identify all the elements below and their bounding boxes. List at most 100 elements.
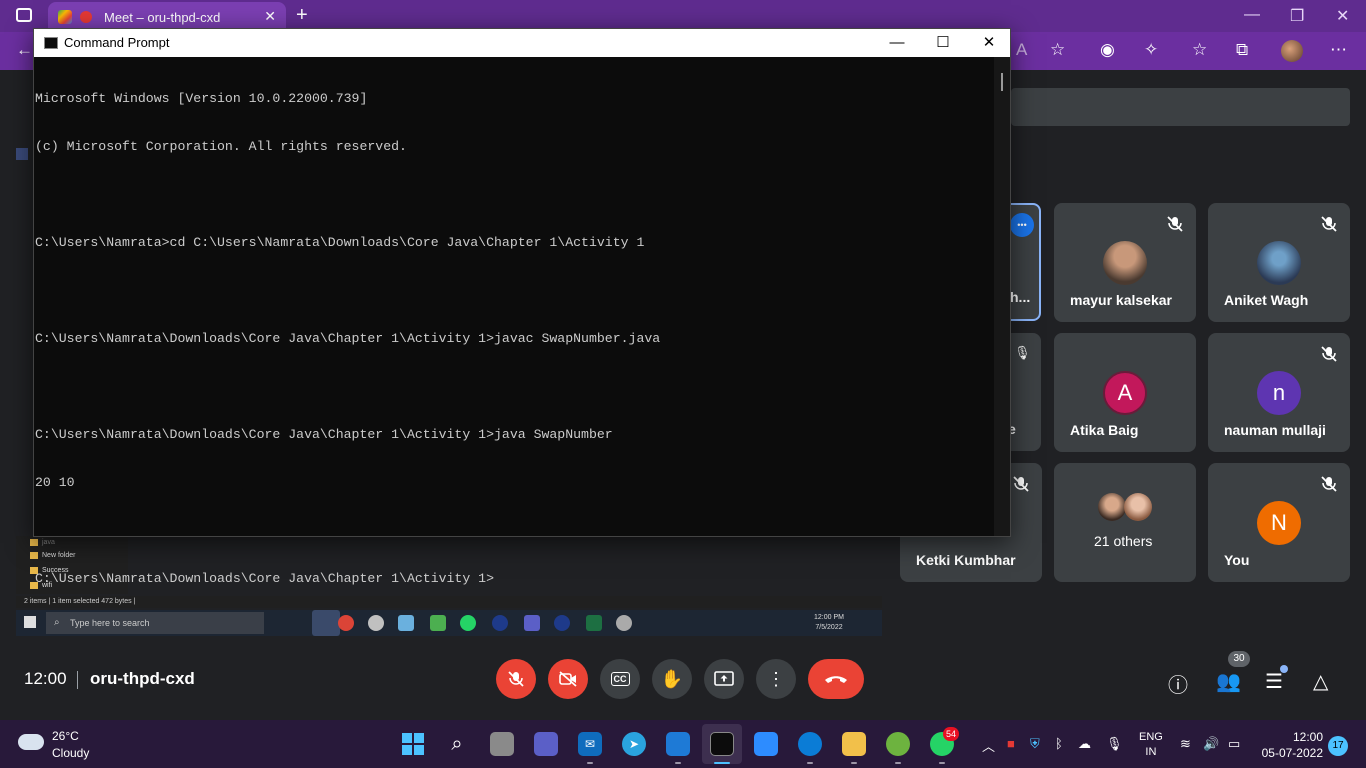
more-options-button[interactable]: ⋮	[756, 659, 796, 699]
lang-code: ENG	[1139, 731, 1163, 743]
browser-restore-button[interactable]: ❐	[1290, 6, 1304, 26]
search-placeholder: Type here to search	[70, 618, 150, 628]
chat-unread-dot	[1280, 665, 1288, 673]
tile-you[interactable]: N You	[1208, 463, 1350, 582]
microphone-icon[interactable]: 🎙	[1106, 736, 1123, 752]
running-indicator	[851, 762, 857, 764]
mail-icon[interactable]: ✉	[578, 732, 602, 756]
tile-aniket-wagh[interactable]: Aniket Wagh	[1208, 203, 1350, 322]
onedrive-cloud-icon[interactable]: ☁	[1078, 736, 1091, 752]
browser-close-button[interactable]: ✕	[1336, 6, 1349, 26]
participant-photo	[1103, 241, 1147, 285]
start-button[interactable]	[401, 732, 425, 756]
shared-screen-fragment	[16, 148, 28, 160]
shared-clock-date: 7/5/2022	[815, 624, 843, 631]
mic-toggle-button[interactable]	[496, 659, 536, 699]
clock-time: 12:00	[1292, 730, 1323, 744]
browser-minimize-button[interactable]: —	[1244, 6, 1260, 24]
cmd-console-output[interactable]: Microsoft Windows [Version 10.0.22000.73…	[34, 59, 994, 586]
others-avatar-1	[1098, 493, 1126, 521]
captions-icon: CC	[610, 672, 630, 686]
teams-chat-icon[interactable]	[534, 732, 558, 756]
console-line: Microsoft Windows [Version 10.0.22000.73…	[35, 91, 368, 106]
meeting-info-icon[interactable]: ⓘ	[1168, 669, 1188, 698]
tile-atika-baig[interactable]: A Atika Baig	[1054, 333, 1196, 452]
task-view-icon[interactable]	[490, 732, 514, 756]
volume-icon[interactable]: 🔊	[1203, 736, 1219, 752]
cloud-icon[interactable]	[18, 734, 44, 750]
cmd-window-title: Command Prompt	[64, 35, 170, 50]
participant-initial-avatar: n	[1257, 371, 1301, 415]
weather-condition[interactable]: Cloudy	[52, 746, 89, 760]
tile-nauman-mullaji[interactable]: n nauman mullaji	[1208, 333, 1350, 452]
people-count-badge: 30	[1228, 651, 1250, 667]
tab-title: Meet – oru-thpd-cxd	[104, 9, 221, 25]
tile-mayur-kalsekar[interactable]: mayur kalsekar	[1054, 203, 1196, 322]
spring-tool-icon[interactable]	[886, 732, 910, 756]
raise-hand-button[interactable]: ✋	[652, 659, 692, 699]
wifi-icon[interactable]: ≋	[1180, 736, 1191, 752]
cmd-scrollbar[interactable]	[994, 57, 1010, 536]
command-prompt-window[interactable]: Command Prompt — ☐ ✕ Microsoft Windows […	[33, 28, 1011, 586]
telegram-icon[interactable]: ➤	[622, 732, 646, 756]
search-icon[interactable]: ⌕	[445, 732, 469, 756]
collections-icon[interactable]: ⧉	[1236, 40, 1248, 60]
camera-toggle-button[interactable]	[548, 659, 588, 699]
extension-globe-icon[interactable]: ◉	[1100, 40, 1115, 60]
clock-date: 05-07-2022	[1261, 746, 1323, 760]
bluetooth-icon[interactable]: ᛒ	[1055, 736, 1063, 751]
participant-name: You	[1224, 552, 1250, 568]
tab-close-icon[interactable]: ✕	[264, 8, 276, 25]
battery-icon[interactable]: ▭	[1228, 736, 1240, 752]
present-icon	[714, 671, 734, 686]
tile-others[interactable]: 21 others	[1054, 463, 1196, 582]
notification-badge[interactable]: 17	[1328, 736, 1348, 756]
favorite-star-icon[interactable]: ☆	[1050, 40, 1065, 60]
chevron-up-icon[interactable]: ︿	[982, 736, 995, 755]
windows-logo-icon	[402, 733, 424, 755]
zoom-icon[interactable]	[754, 732, 778, 756]
mic-off-icon	[1321, 476, 1337, 492]
tab-actions-icon[interactable]	[16, 8, 32, 22]
leave-call-button[interactable]	[808, 659, 864, 699]
people-icon[interactable]: 👥	[1216, 669, 1241, 694]
notepad-icon[interactable]	[666, 732, 690, 756]
back-arrow-icon[interactable]: ←	[16, 40, 33, 60]
participant-name: mayur kalsekar	[1070, 292, 1172, 308]
console-line: C:\Users\Namrata>cd C:\Users\Namrata\Dow…	[35, 235, 645, 250]
file-explorer-icon[interactable]	[842, 732, 866, 756]
console-line: (c) Microsoft Corporation. All rights re…	[35, 139, 407, 154]
weather-temperature[interactable]: 26°C	[52, 729, 79, 743]
profile-avatar[interactable]	[1281, 40, 1303, 62]
new-tab-button[interactable]: +	[296, 4, 308, 27]
read-aloud-icon[interactable]: A	[1016, 40, 1027, 60]
cmd-scroll-thumb[interactable]	[1001, 73, 1003, 91]
present-screen-button[interactable]	[704, 659, 744, 699]
security-shield-icon[interactable]: ⛨	[1030, 736, 1040, 752]
activities-icon[interactable]: △	[1313, 669, 1328, 694]
cmd-maximize-button[interactable]: ☐	[920, 31, 966, 55]
cmd-minimize-button[interactable]: —	[874, 31, 920, 55]
meet-favicon-icon	[58, 10, 72, 24]
system-clock[interactable]: 12:00 05-07-2022	[1262, 729, 1323, 761]
cmd-close-button[interactable]: ✕	[966, 31, 1012, 55]
edge-icon[interactable]	[798, 732, 822, 756]
console-prompt-line: C:\Users\Namrata\Downloads\Core Java\Cha…	[35, 571, 494, 586]
more-options-icon[interactable]: •••	[1010, 213, 1034, 237]
chat-icon[interactable]: ☰	[1265, 669, 1283, 694]
running-indicator	[939, 762, 945, 764]
command-prompt-taskbar-icon[interactable]	[710, 732, 734, 756]
extensions-puzzle-icon[interactable]: ✧	[1144, 40, 1158, 60]
tray-app-icon[interactable]: ■	[1007, 736, 1015, 751]
hand-icon: ✋	[660, 668, 684, 689]
language-indicator[interactable]: ENG IN	[1139, 730, 1163, 760]
favorites-icon[interactable]: ☆	[1192, 40, 1207, 60]
captions-button[interactable]: CC	[600, 659, 640, 699]
more-menu-icon[interactable]: ⋯	[1330, 40, 1347, 60]
camera-off-icon	[559, 671, 577, 687]
cmd-title-bar[interactable]: Command Prompt — ☐ ✕	[34, 29, 1010, 57]
